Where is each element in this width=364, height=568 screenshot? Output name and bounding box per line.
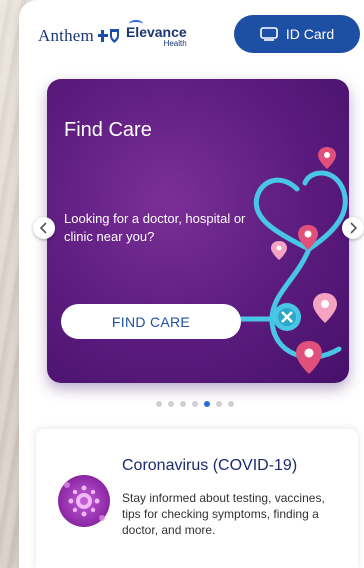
carousel-dot[interactable] (204, 401, 210, 407)
carousel-prev-button[interactable] (33, 217, 55, 239)
elevance-logo: Elevance Health (126, 19, 187, 48)
carousel-dot[interactable] (216, 401, 222, 407)
id-card-label: ID Card (285, 26, 335, 42)
find-care-button[interactable]: FIND CARE (61, 304, 241, 339)
carousel-dot[interactable] (168, 401, 174, 407)
blue-cross-shield-icon (97, 29, 119, 43)
carousel-dot[interactable] (180, 401, 186, 407)
id-card-icon (260, 27, 278, 41)
promo-carousel[interactable]: Find Care Looking for a doctor, hospital… (47, 79, 349, 383)
carousel-pagination (156, 401, 234, 407)
coronavirus-icon (58, 475, 110, 527)
slide-description: Looking for a doctor, hospital or clinic… (64, 211, 246, 244)
map-pin-icon (318, 147, 336, 169)
id-card-button[interactable]: ID Card (234, 15, 360, 53)
chevron-right-icon (350, 222, 358, 234)
chevron-left-icon (39, 222, 47, 234)
elevance-arc-icon (128, 19, 143, 28)
carousel-dot[interactable] (156, 401, 162, 407)
elevance-sub-text: Health (163, 38, 187, 48)
anthem-logo-text: Anthem (38, 26, 94, 45)
carousel-dot[interactable] (192, 401, 198, 407)
carousel-next-button[interactable] (342, 217, 364, 239)
slide-title: Find Care (64, 119, 152, 141)
covid-info-card[interactable]: Coronavirus (COVID-19) Stay informed abo… (36, 429, 358, 568)
brand-logo: Anthem Elevance Health (38, 18, 187, 54)
info-card-body: Stay informed about testing, vaccines, t… (122, 491, 325, 537)
carousel-dot[interactable] (228, 401, 234, 407)
info-card-title: Coronavirus (COVID-19) (122, 457, 298, 474)
